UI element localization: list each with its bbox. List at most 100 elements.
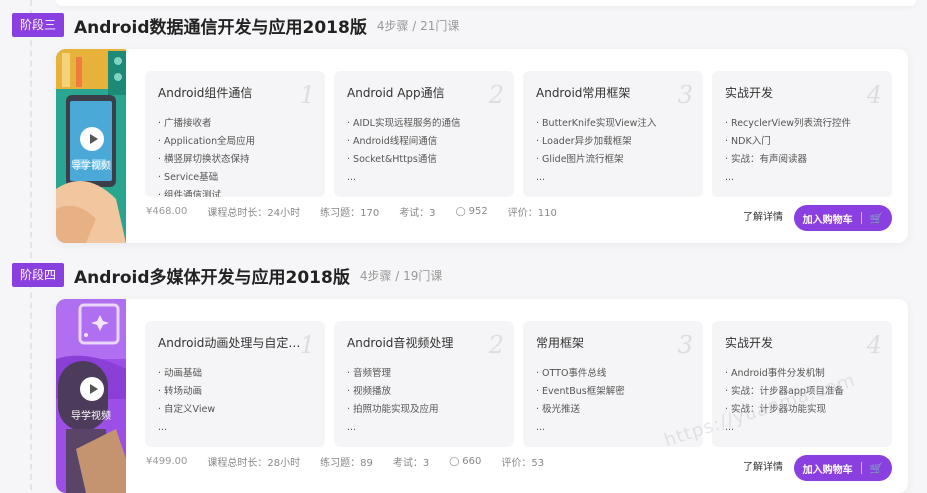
duration: 课程总时长：28小时 <box>207 458 301 469</box>
thumbnail-label: 导学视频 <box>71 411 111 422</box>
step-title: 实战开发 <box>725 86 774 100</box>
step-title: Android组件通信 <box>158 86 253 100</box>
divider <box>860 462 862 474</box>
person-icon: ◯ <box>449 457 460 467</box>
intro-video-thumbnail[interactable]: 导学视频 <box>56 49 126 243</box>
list-item: · NDK入门 <box>725 136 771 147</box>
price: ¥499.00 <box>146 456 188 467</box>
step-list: · Android事件分发机制 · 实战：计步器app项目准备 · 实战：计步器… <box>725 365 844 437</box>
list-item: · 实战：计步器app项目准备 <box>725 386 844 397</box>
previous-stage-card-edge <box>56 0 916 6</box>
step-card[interactable]: 常用框架 3 · OTTO事件总线 · EventBus框架解密 · 极光推送 … <box>523 321 703 447</box>
step-number: 4 <box>866 331 882 359</box>
course-stats: ¥499.00 课程总时长：28小时 练习题：89 考试：3 ◯ 660 评价：5… <box>146 454 564 469</box>
list-item: ... <box>725 172 735 183</box>
learn-more-link[interactable]: 了解详情 <box>743 458 783 473</box>
step-number: 3 <box>677 331 693 359</box>
step-title: 实战开发 <box>725 336 774 350</box>
exercise-count: 练习题：170 <box>320 208 380 219</box>
learner-count: ◯ 660 <box>449 456 482 467</box>
stage-title[interactable]: Android数据通信开发与应用2018版 <box>74 13 367 38</box>
step-list: · AIDL实现远程服务的通信 · Android线程间通信 · Socket&… <box>347 115 460 187</box>
list-item: · ButterKnife实现View注入 <box>536 118 657 129</box>
step-card[interactable]: Android组件通信 1 · 广播接收者 · Application全局应用 … <box>145 71 325 197</box>
stage-meta: 4步骤 / 21门课 <box>376 18 460 33</box>
list-item: · OTTO事件总线 <box>536 368 607 379</box>
thumbnail-label: 导学视频 <box>71 161 111 172</box>
person-icon: ◯ <box>455 207 466 217</box>
step-card[interactable]: 实战开发 4 · RecyclerView列表流行控件 · NDK入门 · 实战… <box>712 71 892 197</box>
list-item: · AIDL实现远程服务的通信 <box>347 118 461 129</box>
stage-meta: 4步骤 / 19门课 <box>359 268 443 283</box>
step-title: 常用框架 <box>536 336 585 350</box>
review-count: 评价：53 <box>501 458 545 469</box>
learner-count: ◯ 952 <box>455 206 488 217</box>
step-title: Android常用框架 <box>536 86 631 100</box>
step-list: · ButterKnife实现View注入 · Loader异步加载框架 · G… <box>536 115 656 187</box>
cart-icon: 🛒 <box>869 211 884 225</box>
list-item: ... <box>158 422 168 433</box>
price: ¥468.00 <box>146 206 188 217</box>
step-list: · RecyclerView列表流行控件 · NDK入门 · 实战：有声阅读器 … <box>725 115 851 187</box>
step-title: Android动画处理与自定义... <box>158 336 303 350</box>
step-title: Android App通信 <box>347 86 445 100</box>
divider <box>860 212 862 224</box>
play-icon[interactable] <box>80 377 104 401</box>
list-item: ... <box>725 422 735 433</box>
play-icon[interactable] <box>80 127 104 151</box>
step-number: 1 <box>299 81 315 109</box>
step-card[interactable]: Android动画处理与自定义... 1 · 动画基础 · 转场动画 · 自定义… <box>145 321 325 447</box>
list-item: ... <box>347 422 357 433</box>
list-item: · Service基础 <box>158 172 219 183</box>
step-number: 3 <box>677 81 693 109</box>
add-to-cart-label: 加入购物车 <box>802 464 853 476</box>
review-count: 评价：110 <box>507 208 557 219</box>
list-item: · 拍照功能实现及应用 <box>347 404 439 415</box>
course-stats: ¥468.00 课程总时长：24小时 练习题：170 考试：3 ◯ 952 评价：… <box>146 204 577 219</box>
cart-icon: 🛒 <box>869 461 884 475</box>
step-number: 4 <box>866 81 882 109</box>
list-item: · Android事件分发机制 <box>725 368 825 379</box>
list-item: · 转场动画 <box>158 386 203 397</box>
list-item: · 组件通信测试 <box>158 190 222 197</box>
list-item: · 横竖屏切换状态保持 <box>158 154 250 165</box>
stage-card: 导学视频 Android组件通信 1 · 广播接收者 · Application… <box>56 49 908 243</box>
exercise-count: 练习题：89 <box>320 458 373 469</box>
list-item: · 动画基础 <box>158 368 203 379</box>
list-item: · 自定义View <box>158 404 216 415</box>
stage-header: 阶段三 Android数据通信开发与应用2018版 4步骤 / 21门课 <box>12 12 459 38</box>
add-to-cart-button[interactable]: 加入购物车 🛒 <box>794 205 892 231</box>
duration: 课程总时长：24小时 <box>207 208 301 219</box>
intro-video-thumbnail[interactable]: 导学视频 <box>56 299 126 493</box>
list-item: · 实战：计步器功能实现 <box>725 404 827 415</box>
exam-count: 考试：3 <box>392 458 430 469</box>
list-item: · Loader异步加载框架 <box>536 136 632 147</box>
stage-card: 导学视频 Android动画处理与自定义... 1 · 动画基础 · 转场动画 … <box>56 299 908 493</box>
timeline-line <box>30 0 32 490</box>
list-item: · Glide图片流行框架 <box>536 154 624 165</box>
list-item: ... <box>536 172 546 183</box>
list-item: · 实战：有声阅读器 <box>725 154 808 165</box>
list-item: · 音频管理 <box>347 368 392 379</box>
list-item: · 广播接收者 <box>158 118 212 129</box>
list-item: · Android线程间通信 <box>347 136 438 147</box>
step-card[interactable]: Android App通信 2 · AIDL实现远程服务的通信 · Androi… <box>334 71 514 197</box>
step-card[interactable]: Android音视频处理 2 · 音频管理 · 视频播放 · 拍照功能实现及应用… <box>334 321 514 447</box>
list-item: ... <box>536 422 546 433</box>
step-number: 1 <box>299 331 315 359</box>
add-to-cart-button[interactable]: 加入购物车 🛒 <box>794 455 892 481</box>
step-number: 2 <box>488 331 504 359</box>
step-list: · OTTO事件总线 · EventBus框架解密 · 极光推送 ... <box>536 365 625 437</box>
list-item: · RecyclerView列表流行控件 <box>725 118 852 129</box>
stage-title[interactable]: Android多媒体开发与应用2018版 <box>74 263 350 288</box>
list-item: · Application全局应用 <box>158 136 256 147</box>
step-list: · 广播接收者 · Application全局应用 · 横竖屏切换状态保持 · … <box>158 115 255 197</box>
step-list: · 音频管理 · 视频播放 · 拍照功能实现及应用 ... <box>347 365 439 437</box>
learn-more-link[interactable]: 了解详情 <box>743 208 783 223</box>
step-title: Android音视频处理 <box>347 336 454 350</box>
step-card[interactable]: 实战开发 4 · Android事件分发机制 · 实战：计步器app项目准备 ·… <box>712 321 892 447</box>
stage-badge: 阶段四 <box>12 263 65 287</box>
step-number: 2 <box>488 81 504 109</box>
step-card[interactable]: Android常用框架 3 · ButterKnife实现View注入 · Lo… <box>523 71 703 197</box>
list-item: · 极光推送 <box>536 404 581 415</box>
